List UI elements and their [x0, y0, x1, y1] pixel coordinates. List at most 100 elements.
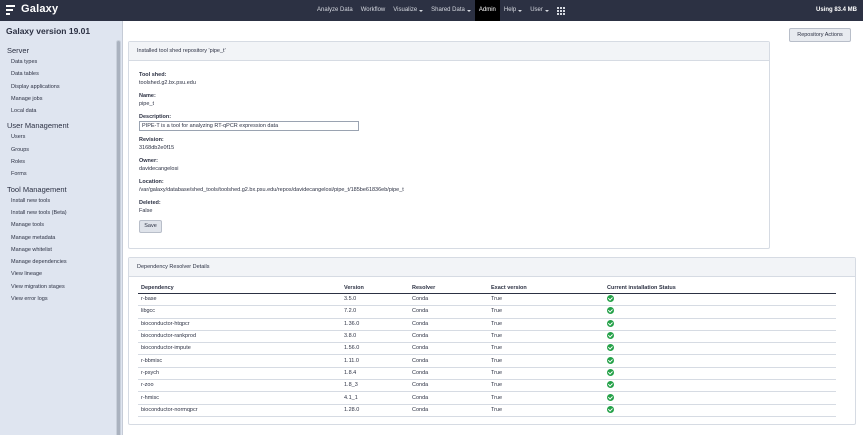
table-row: bioconductor-htqpcr 1.36.0 Conda True	[138, 318, 836, 331]
column-header-version: Version	[341, 283, 409, 294]
dependency-name: libgcc	[138, 305, 341, 319]
dependency-version: 1.56.0	[341, 342, 409, 356]
dependency-version: 3.8.0	[341, 330, 409, 344]
sidebar-item-forms[interactable]: Forms	[0, 168, 113, 180]
check-circle-icon	[607, 319, 614, 327]
sidebar-item-display-applications[interactable]: Display applications	[0, 81, 113, 93]
description-input[interactable]	[139, 121, 359, 131]
dependency-resolver: Conda	[409, 330, 488, 344]
dependency-rows: r-base 3.5.0 Conda True libgcc 7.2.0 Conda True…	[138, 293, 836, 417]
dependency-resolver: Conda	[409, 379, 488, 393]
nav-user[interactable]: User	[526, 0, 553, 21]
dependency-version: 1.8.4	[341, 367, 409, 381]
sidebar-item-view-error-logs[interactable]: View error logs	[0, 293, 113, 305]
caret-down-icon	[544, 9, 549, 12]
revision-value: 3168db2e0f15	[139, 145, 175, 151]
sidebar-item-view-migration-stages[interactable]: View migration stages	[0, 281, 113, 293]
check-circle-icon	[607, 368, 614, 376]
scrollbar-thumb[interactable]	[117, 41, 120, 435]
apps-grid-icon[interactable]	[556, 6, 567, 15]
sidebar-item-manage-jobs[interactable]: Manage jobs	[0, 93, 113, 105]
column-header-status: Current installation Status	[604, 283, 836, 294]
column-header-exact-version: Exact version	[488, 283, 604, 294]
check-circle-icon	[607, 344, 614, 352]
dependency-card: Dependency Resolver Details Dependency V…	[128, 257, 856, 425]
owner-label: Owner:	[139, 158, 158, 164]
nav-help[interactable]: Help	[500, 0, 526, 21]
dependency-status	[604, 330, 836, 344]
check-circle-icon	[607, 295, 614, 303]
dependency-exact-version: True	[488, 404, 604, 417]
repository-actions-button[interactable]: Repository Actions	[789, 28, 851, 42]
nav-label: Analyze Data	[317, 7, 353, 13]
center-panel: Repository Actions Installed tool shed r…	[124, 21, 863, 435]
table-row: r-base 3.5.0 Conda True	[138, 293, 836, 307]
nav-admin[interactable]: Admin	[474, 0, 500, 21]
dependency-name: r-psych	[138, 367, 341, 381]
dependency-version: 1.36.0	[341, 318, 409, 331]
table-row: r-bbmisc 1.11.0 Conda True	[138, 354, 836, 368]
dependency-version: 7.2.0	[341, 305, 409, 319]
name-value: pipe_t	[139, 101, 154, 107]
dependency-name: bioconductor-impute	[138, 342, 341, 356]
sidebar-item-manage-tools[interactable]: Manage tools	[0, 219, 113, 231]
sidebar-item-view-lineage[interactable]: View lineage	[0, 268, 113, 280]
nav-workflow[interactable]: Workflow	[357, 0, 390, 21]
brand-link[interactable]: Galaxy	[6, 3, 58, 15]
dependency-status	[604, 305, 836, 319]
quota-meter[interactable]: Using 83.4 MB	[816, 0, 857, 21]
sidebar-item-roles[interactable]: Roles	[0, 156, 113, 168]
sidebar-item-data-types[interactable]: Data types	[0, 56, 113, 68]
tool-shed-label: Tool shed:	[139, 72, 167, 78]
sidebar-item-local-data[interactable]: Local data	[0, 105, 113, 117]
sidebar-item-manage-dependencies[interactable]: Manage dependencies	[0, 256, 113, 268]
dependency-status	[604, 379, 836, 393]
dependency-resolver: Conda	[409, 354, 488, 368]
nav-label: Workflow	[360, 7, 386, 13]
dependency-exact-version: True	[488, 367, 604, 381]
section-title-server: Server	[7, 46, 30, 55]
location-value: /var/galaxy/database/shed_tools/toolshed…	[139, 187, 404, 193]
check-circle-icon	[607, 381, 614, 389]
nav-visualize[interactable]: Visualize	[389, 0, 427, 21]
repository-card: Installed tool shed repository 'pipe_t' …	[128, 41, 770, 249]
dependency-name: r-base	[138, 293, 341, 307]
dependency-exact-version: True	[488, 354, 604, 368]
dependency-exact-version: True	[488, 293, 604, 307]
sidebar-item-manage-whitelist[interactable]: Manage whitelist	[0, 244, 113, 256]
dependency-exact-version: True	[488, 391, 604, 405]
table-row: bioconductor-rankprod 3.8.0 Conda True	[138, 330, 836, 344]
check-circle-icon	[607, 332, 614, 340]
section-title-user-management: User Management	[7, 121, 69, 131]
sidebar-item-groups[interactable]: Groups	[0, 144, 113, 156]
repository-form: Tool shed: toolshed.g2.bx.psu.edu Name: …	[129, 61, 769, 233]
table-row: bioconductor-normqpcr 1.28.0 Conda True	[138, 404, 836, 417]
sidebar-item-install-new-tools-beta[interactable]: Install new tools (Beta)	[0, 207, 113, 219]
dependency-card-header: Dependency Resolver Details	[129, 258, 855, 277]
masthead: Galaxy Analyze Data Workflow Visualize Shar…	[0, 0, 863, 21]
description-label: Description:	[139, 114, 172, 120]
check-circle-icon	[607, 393, 614, 401]
name-label: Name:	[139, 93, 156, 99]
sidebar-item-users[interactable]: Users	[0, 131, 113, 143]
section-title-tool-management: Tool Management	[7, 184, 67, 194]
table-row: bioconductor-impute 1.56.0 Conda True	[138, 342, 836, 356]
table-row: r-psych 1.8.4 Conda True	[138, 367, 836, 381]
dependency-status	[604, 404, 836, 417]
dependency-exact-version: True	[488, 379, 604, 393]
dependency-status	[604, 367, 836, 381]
check-circle-icon	[607, 356, 614, 364]
save-button[interactable]: Save	[139, 220, 162, 233]
dependency-status	[604, 318, 836, 331]
location-label: Location:	[139, 179, 164, 185]
nav-analyze-data[interactable]: Analyze Data	[313, 0, 357, 21]
sidebar-item-install-new-tools[interactable]: Install new tools	[0, 195, 113, 207]
nav-shared-data[interactable]: Shared Data	[427, 0, 475, 21]
sidebar-item-manage-metadata[interactable]: Manage metadata	[0, 232, 113, 244]
dependency-version: 4.1_1	[341, 391, 409, 405]
caret-down-icon	[466, 9, 471, 12]
table-row: r-zoo 1.8_3 Conda True	[138, 379, 836, 393]
repository-card-header: Installed tool shed repository 'pipe_t'	[129, 42, 769, 61]
dependency-name: r-bbmisc	[138, 354, 341, 368]
sidebar-item-data-tables[interactable]: Data tables	[0, 68, 113, 80]
